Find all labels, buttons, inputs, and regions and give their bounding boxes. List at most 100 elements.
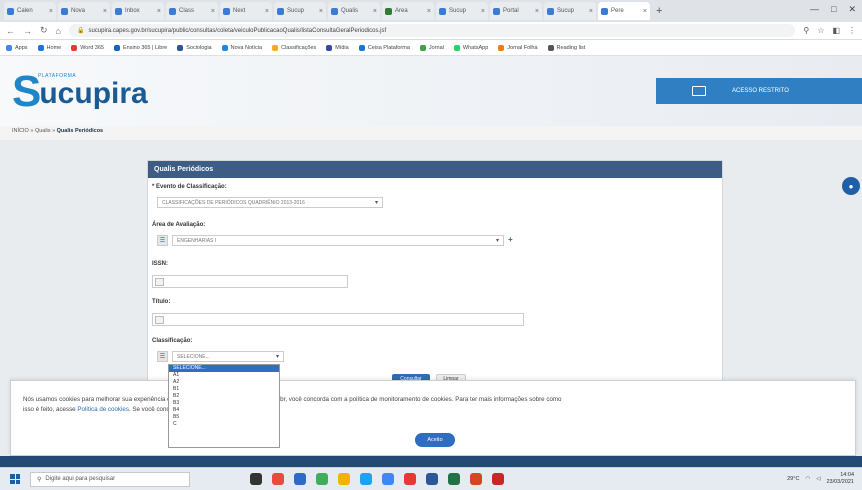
excel-icon[interactable]: [448, 473, 460, 485]
zoom-icon[interactable]: ⚲: [803, 26, 809, 35]
bookmark-item[interactable]: Classificações: [272, 44, 316, 51]
accept-cookies-button[interactable]: Aceito: [415, 433, 455, 447]
dropdown-option[interactable]: B5: [169, 414, 279, 421]
tab-close-icon[interactable]: ×: [265, 8, 269, 15]
tab-close-icon[interactable]: ×: [427, 8, 431, 15]
edge-icon[interactable]: [294, 473, 306, 485]
tab-close-icon[interactable]: ×: [157, 8, 161, 15]
browser-tab[interactable]: Sucup ×: [274, 2, 326, 20]
tab-close-icon[interactable]: ×: [319, 8, 323, 15]
classificacao-select[interactable]: SELECIONE... ▾: [172, 351, 284, 362]
bookmark-item[interactable]: WhatsApp: [453, 44, 488, 51]
taskbar-search[interactable]: ⚲ Digite aqui para pesquisar: [30, 471, 190, 487]
bookmark-item[interactable]: Apps: [6, 44, 28, 51]
browser-tab[interactable]: Inbox ×: [112, 2, 164, 20]
reload-icon[interactable]: ↻: [40, 25, 48, 36]
restricted-access-button[interactable]: ACESSO RESTRITO: [656, 78, 862, 104]
browser-tab[interactable]: Sucup ×: [544, 2, 596, 20]
taskbar-apps: [250, 473, 504, 485]
add-icon[interactable]: +: [508, 235, 513, 244]
sucupira-logo[interactable]: S ucupira PLATAFORMA: [12, 70, 148, 114]
tab-close-icon[interactable]: ×: [589, 8, 593, 15]
dropdown-option[interactable]: A1: [169, 372, 279, 379]
dropdown-option[interactable]: B4: [169, 407, 279, 414]
menu-icon[interactable]: ⋮: [848, 26, 856, 35]
app-icon[interactable]: [404, 473, 416, 485]
close-icon[interactable]: ✕: [848, 4, 856, 15]
browser-tab[interactable]: Portal ×: [490, 2, 542, 20]
breadcrumb-qualis[interactable]: Qualis: [35, 128, 51, 134]
browser-tab[interactable]: Nova ×: [58, 2, 110, 20]
tab-close-icon[interactable]: ×: [481, 8, 485, 15]
app-icon[interactable]: [316, 473, 328, 485]
extension-icon[interactable]: ◧: [832, 26, 840, 35]
dropdown-option[interactable]: C: [169, 421, 279, 428]
issn-field[interactable]: [152, 275, 348, 288]
dropdown-option[interactable]: A2: [169, 379, 279, 386]
tab-close-icon[interactable]: ×: [643, 8, 647, 15]
bookmark-item[interactable]: Mídia: [326, 44, 349, 51]
titulo-field[interactable]: [152, 313, 524, 326]
list-icon[interactable]: ☰: [157, 235, 168, 246]
tab-label: Inbox: [125, 8, 140, 14]
opera-icon[interactable]: [272, 473, 284, 485]
star-icon[interactable]: ☆: [817, 26, 824, 35]
explorer-icon[interactable]: [338, 473, 350, 485]
tab-favicon-icon: [61, 7, 68, 15]
browser-tab[interactable]: Calen ×: [4, 2, 56, 20]
bookmark-item[interactable]: Word 365: [71, 44, 104, 51]
minimize-icon[interactable]: —: [810, 4, 819, 15]
tab-label: Portal: [503, 8, 519, 14]
footer-band: [0, 456, 862, 467]
bookmark-item[interactable]: Home: [37, 44, 61, 51]
url-field[interactable]: 🔒 sucupira.capes.gov.br/sucupira/public/…: [68, 24, 796, 37]
browser-tab[interactable]: Qualis ×: [328, 2, 380, 20]
dropdown-option[interactable]: B3: [169, 400, 279, 407]
volume-icon[interactable]: ◁: [816, 476, 820, 482]
cookie-message: Nós usamos cookies para melhorar sua exp…: [23, 395, 843, 415]
clock[interactable]: 14:04 23/03/2021: [826, 472, 854, 486]
evento-select[interactable]: CLASSIFICAÇÕES DE PERIÓDICOS QUADRIÊNIO …: [157, 197, 383, 208]
bookmark-item[interactable]: Ensino 365 | Libre: [113, 44, 167, 51]
browser-tab[interactable]: Sucup ×: [436, 2, 488, 20]
browser-tab[interactable]: Next ×: [220, 2, 272, 20]
area-select[interactable]: ENGENHARIAS I ▾: [172, 235, 504, 246]
browser-tab[interactable]: Pere ×: [598, 2, 650, 20]
back-icon[interactable]: ←: [6, 26, 15, 36]
tab-close-icon[interactable]: ×: [373, 8, 377, 15]
bookmark-item[interactable]: Ceisa Plataforma: [358, 44, 410, 51]
bookmark-item[interactable]: Jornal Folha: [498, 44, 538, 51]
maximize-icon[interactable]: □: [831, 4, 836, 15]
chrome-icon[interactable]: [382, 473, 394, 485]
cookie-policy-link[interactable]: Política de cookies: [77, 406, 129, 413]
new-tab-icon[interactable]: +: [656, 5, 662, 17]
tab-close-icon[interactable]: ×: [103, 8, 107, 15]
word-icon[interactable]: [426, 473, 438, 485]
bookmark-item[interactable]: Reading list: [547, 44, 585, 51]
bookmark-item[interactable]: Jornal: [419, 44, 444, 51]
browser-tab[interactable]: Area ×: [382, 2, 434, 20]
forward-icon[interactable]: →: [23, 26, 32, 36]
bookmark-item[interactable]: Nova Notícia: [221, 44, 262, 51]
app-icon[interactable]: [360, 473, 372, 485]
task-view-icon[interactable]: [250, 473, 262, 485]
list-icon[interactable]: ☰: [157, 351, 168, 362]
bookmark-favicon-icon: [498, 44, 505, 51]
dropdown-option[interactable]: B1: [169, 386, 279, 393]
breadcrumb-separator: »: [52, 128, 56, 134]
bookmark-item[interactable]: Sociologia: [177, 44, 212, 51]
dropdown-option[interactable]: B2: [169, 393, 279, 400]
chat-icon[interactable]: ●: [842, 177, 860, 195]
windows-start-icon[interactable]: [10, 474, 20, 484]
tab-close-icon[interactable]: ×: [211, 8, 215, 15]
weather-temp[interactable]: 29°C: [787, 476, 799, 482]
tab-close-icon[interactable]: ×: [535, 8, 539, 15]
dropdown-option[interactable]: SELECIONE...: [169, 365, 279, 372]
wifi-icon[interactable]: ◠: [805, 476, 810, 482]
browser-tab[interactable]: Class ×: [166, 2, 218, 20]
pdf-icon[interactable]: [492, 473, 504, 485]
powerpoint-icon[interactable]: [470, 473, 482, 485]
tab-close-icon[interactable]: ×: [49, 8, 53, 15]
home-icon[interactable]: ⌂: [56, 26, 61, 36]
breadcrumb-home[interactable]: INÍCIO: [12, 128, 29, 134]
